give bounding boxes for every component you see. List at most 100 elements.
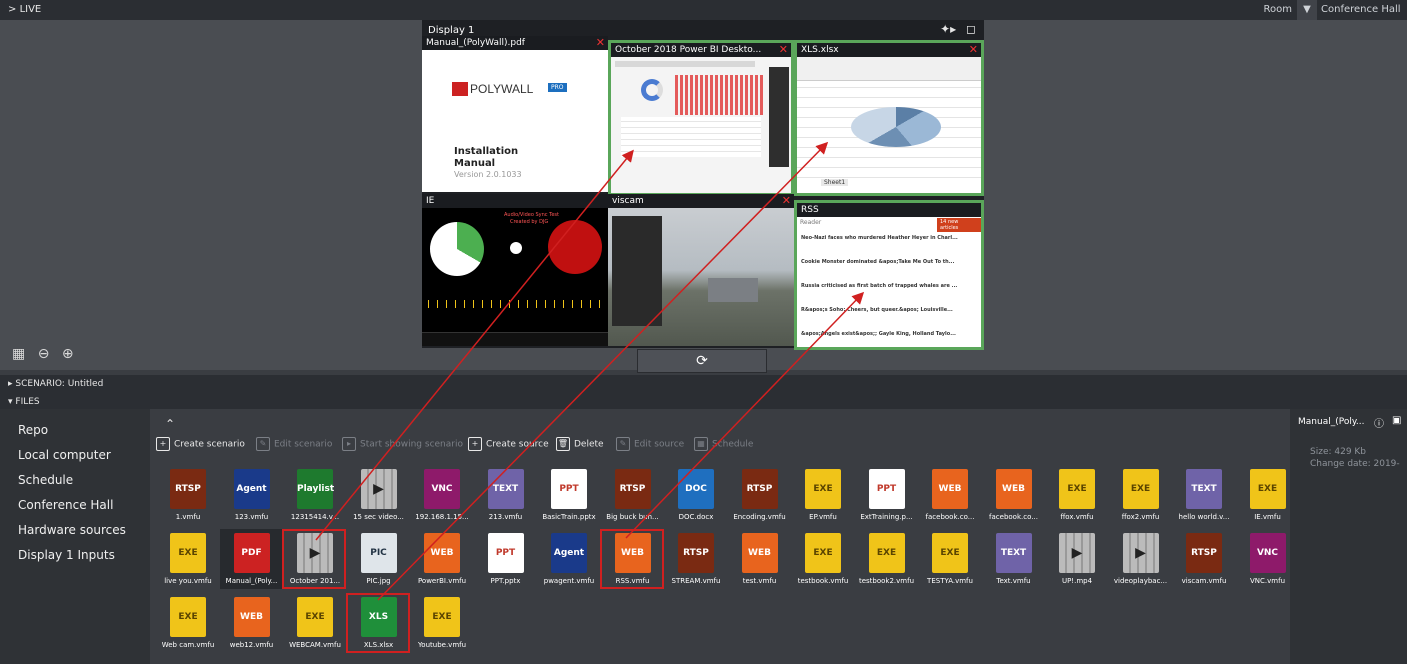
file-tile[interactable]: EXE WEBCAM.vmfu [285, 597, 345, 657]
close-icon[interactable]: ✕ [779, 43, 788, 56]
file-tile[interactable]: EXE IE.vmfu [1238, 469, 1298, 529]
image-icon[interactable]: ▣ [1392, 415, 1401, 426]
files-bar[interactable]: ▾ FILES [0, 393, 1407, 409]
file-tile[interactable]: WEB facebook.co... [920, 469, 980, 529]
file-tile[interactable]: EXE ffox2.vmfu [1111, 469, 1171, 529]
file-name: facebook.co... [989, 513, 1038, 521]
file-name: 192.168.1.15... [415, 513, 469, 521]
side-pane [769, 67, 789, 167]
file-tile[interactable]: EXE Web cam.vmfu [158, 597, 218, 657]
scenario-bar[interactable]: ▸ SCENARIO: Untitled [0, 375, 1407, 395]
file-tile[interactable]: PPT BasicTrain.pptx [539, 469, 599, 529]
sync-red-circle [548, 220, 602, 274]
rss-item[interactable]: Cookie Monster dominated &apos;Take Me O… [801, 259, 954, 265]
window-ie[interactable]: IE Audio/Video Sync Test Created by DJG [422, 194, 608, 346]
window-pdf[interactable]: Manual_(PolyWall).pdf ✕ POLYWALL PRO Ins… [422, 36, 608, 192]
top-bar: > LIVE Room ▼ Conference Hall [0, 0, 1407, 20]
window-xls[interactable]: XLS.xlsx ✕ Sheet1 [794, 40, 984, 196]
window-powerbi[interactable]: October 2018 Power BI Deskto... ✕ [608, 40, 794, 196]
file-tile[interactable]: DOC DOC.docx [666, 469, 726, 529]
file-tile[interactable]: WEB test.vmfu [730, 533, 790, 593]
sidebar-item-display-inputs[interactable]: Display 1 Inputs [18, 548, 115, 562]
file-tile[interactable]: ▶ videoplaybac... [1111, 533, 1171, 593]
file-tile[interactable]: WEB RSS.vmfu [599, 529, 664, 593]
file-tile[interactable]: RTSP viscam.vmfu [1174, 533, 1234, 593]
bar-chart-thumbnail [675, 75, 765, 115]
file-tile[interactable]: PPT PPT.pptx [476, 533, 536, 593]
refresh-button[interactable]: ⟳ [637, 349, 767, 373]
live-toggle[interactable]: > LIVE [8, 4, 41, 15]
rss-item[interactable]: R&apos;s Soho: Cheers, but queer.&apos; … [801, 307, 953, 313]
file-tile[interactable]: Playlist 12315414.v... [285, 469, 345, 529]
chevron-down-icon[interactable]: ▼ [1297, 0, 1317, 20]
file-tile[interactable]: VNC 192.168.1.15... [412, 469, 472, 529]
file-tile[interactable]: EXE Youtube.vmfu [412, 597, 472, 657]
sidebar-item-hardware-sources[interactable]: Hardware sources [18, 523, 126, 537]
window-rss[interactable]: RSS Reader 14 new articles Neo-Nazi face… [794, 200, 984, 350]
file-name: web12.vmfu [229, 641, 274, 649]
new-articles-button[interactable]: 14 new articles [937, 218, 981, 232]
sidebar-item-local-computer[interactable]: Local computer [18, 448, 111, 462]
file-tile[interactable]: VNC VNC.vmfu [1238, 533, 1298, 593]
sidebar-item-repo[interactable]: Repo [18, 423, 48, 437]
rss-item[interactable]: &apos;Angels exist&apos;; Gayle King, Ho… [801, 331, 956, 337]
file-tile[interactable]: RTSP Encoding.vmfu [730, 469, 790, 529]
file-tile[interactable]: PDF Manual_(Poly... [219, 529, 284, 593]
box-shape [708, 278, 758, 302]
pdf-file-icon: PDF [233, 533, 270, 573]
file-name: UP!.mp4 [1061, 577, 1093, 585]
sidebar-item-conference-hall[interactable]: Conference Hall [18, 498, 113, 512]
playlist-file-icon: Playlist [297, 469, 334, 509]
window-viscam[interactable]: viscam ✕ [608, 194, 794, 346]
excel-ribbon [797, 57, 981, 81]
file-tile[interactable]: Agent pwagent.vmfu [539, 533, 599, 593]
file-tile[interactable]: ▶ UP!.mp4 [1047, 533, 1107, 593]
sidebar-item-schedule[interactable]: Schedule [18, 473, 73, 487]
file-tile[interactable]: EXE EP.vmfu [793, 469, 853, 529]
file-tile[interactable]: ▶ October 201... [282, 529, 346, 593]
file-tile[interactable]: RTSP Big buck bun... [603, 469, 663, 529]
timeline-ticks [428, 300, 602, 308]
close-icon[interactable]: ✕ [596, 36, 605, 49]
file-tile[interactable]: EXE live you.vmfu [158, 533, 218, 593]
file-tile[interactable]: TEXT 213.vmfu [476, 469, 536, 529]
zoom-in-icon[interactable]: ⊕ [62, 346, 74, 362]
file-tile[interactable]: PIC PIC.jpg [349, 533, 409, 593]
fullscreen-icon[interactable]: ◻ [966, 22, 976, 36]
ppt-file-icon: PPT [551, 469, 587, 509]
file-tile[interactable]: PPT ExtTraining.p... [857, 469, 917, 529]
file-tile[interactable]: WEB facebook.co... [984, 469, 1044, 529]
zoom-out-icon[interactable]: ⊖ [38, 346, 50, 362]
room-select[interactable]: ▼ Conference Hall [1295, 0, 1407, 20]
file-tile[interactable]: EXE testbook.vmfu [793, 533, 853, 593]
window-title: Manual_(PolyWall).pdf [422, 36, 608, 50]
rss-item[interactable]: Russia criticised as first batch of trap… [801, 283, 957, 289]
file-tile[interactable]: Agent 123.vmfu [222, 469, 282, 529]
file-tile[interactable]: RTSP 1.vmfu [158, 469, 218, 529]
file-name: Manual_(Poly... [225, 577, 278, 585]
window-title: October 2018 Power BI Deskto... [611, 43, 791, 57]
file-tile[interactable]: EXE testbook2.vmfu [857, 533, 917, 593]
file-tile[interactable]: TEXT Text.vmfu [984, 533, 1044, 593]
info-icon[interactable]: ⓘ [1374, 415, 1384, 430]
file-tile[interactable]: TEXT hello world.v... [1174, 469, 1234, 529]
file-tile[interactable]: ▶ 15 sec video... [349, 469, 409, 529]
vid-file-icon: ▶ [1122, 533, 1159, 573]
file-tile[interactable]: XLS XLS.xlsx [345, 593, 410, 657]
grid-icon[interactable]: ▦ [12, 346, 25, 362]
file-name: hello world.v... [1178, 513, 1230, 521]
close-icon[interactable]: ✕ [969, 43, 978, 56]
close-icon[interactable]: ✕ [782, 194, 791, 207]
file-tile[interactable]: EXE TESTYA.vmfu [920, 533, 980, 593]
file-tile[interactable]: WEB web12.vmfu [222, 597, 282, 657]
pointer-plus-icon[interactable]: ✦▸ [940, 22, 956, 36]
display-panel[interactable]: Display 1 ✦▸ ◻ Manual_(PolyWall).pdf ✕ P… [422, 20, 984, 350]
file-tile[interactable]: WEB PowerBI.vmfu [412, 533, 472, 593]
file-tile[interactable]: EXE ffox.vmfu [1047, 469, 1107, 529]
building-shape [612, 216, 662, 326]
rss-item[interactable]: Neo-Nazi faces who murdered Heather Heye… [801, 235, 958, 241]
file-tile[interactable]: RTSP STREAM.vmfu [666, 533, 726, 593]
web-file-icon: WEB [741, 533, 778, 573]
file-name: videoplaybac... [1113, 577, 1168, 585]
ribbon [615, 61, 755, 67]
